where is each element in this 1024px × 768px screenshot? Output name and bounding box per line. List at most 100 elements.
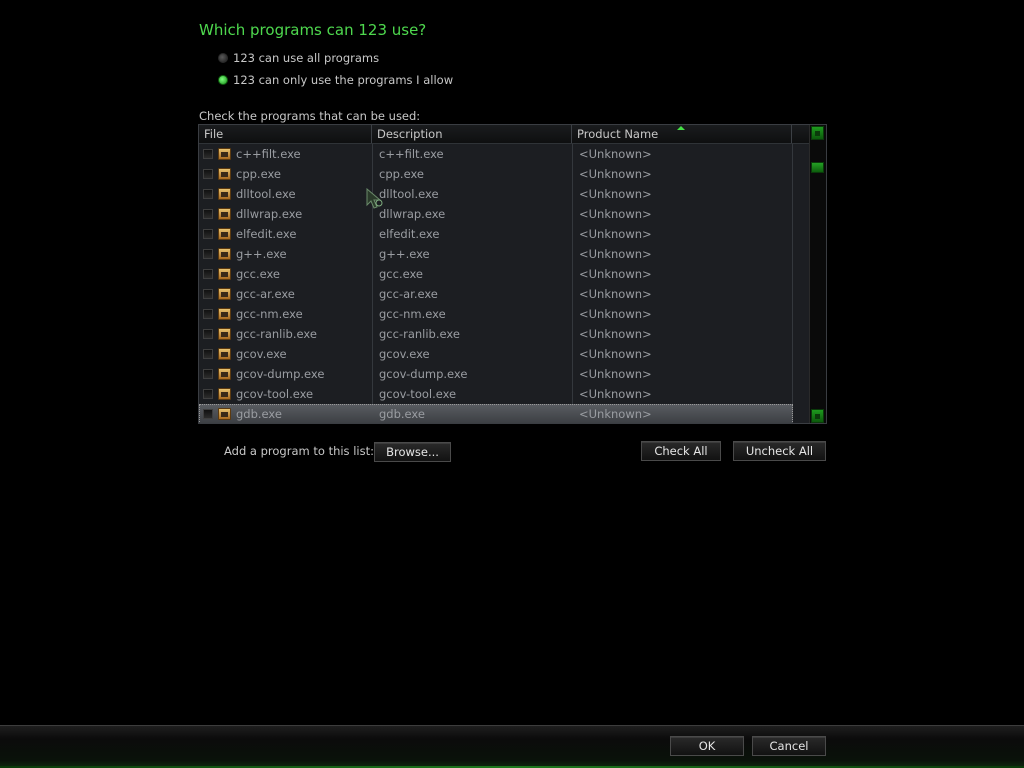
exe-file-icon <box>218 348 231 360</box>
row-checkbox[interactable] <box>203 329 213 339</box>
radio-all-programs-label[interactable]: 123 can use all programs <box>233 51 379 65</box>
table-row[interactable]: gcov.exe gcov.exe <Unknown> <box>199 344 793 364</box>
radio-all-programs-indicator[interactable] <box>218 53 228 63</box>
cell-description: gcc.exe <box>379 267 424 281</box>
cell-file: elfedit.exe <box>199 227 372 241</box>
vertical-scrollbar[interactable] <box>809 125 826 423</box>
radio-allowed-programs-indicator[interactable] <box>218 75 228 85</box>
exe-file-icon <box>218 248 231 260</box>
cell-product-name: <Unknown> <box>579 367 652 381</box>
row-checkbox[interactable] <box>203 269 213 279</box>
column-header-description[interactable]: Description <box>372 125 572 143</box>
exe-file-icon <box>218 388 231 400</box>
table-row[interactable]: dllwrap.exe dllwrap.exe <Unknown> <box>199 204 793 224</box>
browse-button[interactable]: Browse... <box>374 442 451 462</box>
dialog-page: Which programs can 123 use? 123 can use … <box>0 0 1024 768</box>
table-row[interactable]: elfedit.exe elfedit.exe <Unknown> <box>199 224 793 244</box>
file-name: gcc-nm.exe <box>236 307 303 321</box>
file-name: g++.exe <box>236 247 287 261</box>
uncheck-all-button[interactable]: Uncheck All <box>733 441 826 461</box>
table-row[interactable]: dlltool.exe dlltool.exe <Unknown> <box>199 184 793 204</box>
cancel-button[interactable]: Cancel <box>752 736 826 756</box>
scrollbar-thumb[interactable] <box>811 162 824 173</box>
file-name: gcov-tool.exe <box>236 387 314 401</box>
cell-product-name: <Unknown> <box>579 207 652 221</box>
column-description-label: Description <box>377 127 443 141</box>
row-checkbox[interactable] <box>203 149 213 159</box>
exe-file-icon <box>218 208 231 220</box>
file-name: elfedit.exe <box>236 227 297 241</box>
cell-description: gcc-ranlib.exe <box>379 327 460 341</box>
cell-product-name: <Unknown> <box>579 227 652 241</box>
cell-description: c++filt.exe <box>379 147 444 161</box>
exe-file-icon <box>218 228 231 240</box>
row-checkbox[interactable] <box>203 309 213 319</box>
table-row[interactable]: cpp.exe cpp.exe <Unknown> <box>199 164 793 184</box>
ok-button[interactable]: OK <box>670 736 744 756</box>
file-name: c++filt.exe <box>236 147 301 161</box>
row-checkbox[interactable] <box>203 229 213 239</box>
row-checkbox[interactable] <box>203 289 213 299</box>
row-checkbox[interactable] <box>203 369 213 379</box>
table-row[interactable]: gdb.exe gdb.exe <Unknown> <box>199 404 793 423</box>
cell-description: gcov-tool.exe <box>379 387 457 401</box>
table-row[interactable]: c++filt.exe c++filt.exe <Unknown> <box>199 144 793 164</box>
check-all-button[interactable]: Check All <box>641 441 721 461</box>
page-title: Which programs can 123 use? <box>199 21 427 39</box>
cell-product-name: <Unknown> <box>579 387 652 401</box>
column-header-product[interactable]: Product Name <box>572 125 792 143</box>
row-checkbox[interactable] <box>203 389 213 399</box>
cell-file: gcov.exe <box>199 347 372 361</box>
scroll-down-icon[interactable] <box>811 409 824 423</box>
cell-product-name: <Unknown> <box>579 147 652 161</box>
exe-file-icon <box>218 188 231 200</box>
exe-file-icon <box>218 268 231 280</box>
cell-file: gcc-nm.exe <box>199 307 372 321</box>
exe-file-icon <box>218 288 231 300</box>
column-header-file[interactable]: File <box>199 125 372 143</box>
radio-all-programs[interactable]: 123 can use all programs <box>218 51 379 65</box>
cell-description: g++.exe <box>379 247 430 261</box>
table-row[interactable]: gcc-ranlib.exe gcc-ranlib.exe <Unknown> <box>199 324 793 344</box>
cell-description: gdb.exe <box>379 407 425 421</box>
column-product-label: Product Name <box>577 127 659 141</box>
scroll-up-icon[interactable] <box>811 126 824 140</box>
list-body: c++filt.exe c++filt.exe <Unknown> cpp.exe cp… <box>199 144 793 423</box>
cell-file: cpp.exe <box>199 167 372 181</box>
cell-product-name: <Unknown> <box>579 187 652 201</box>
row-checkbox[interactable] <box>203 249 213 259</box>
file-name: dllwrap.exe <box>236 207 303 221</box>
cell-product-name: <Unknown> <box>579 347 652 361</box>
cell-description: dlltool.exe <box>379 187 439 201</box>
cell-file: g++.exe <box>199 247 372 261</box>
table-row[interactable]: gcc-nm.exe gcc-nm.exe <Unknown> <box>199 304 793 324</box>
cell-description: cpp.exe <box>379 167 424 181</box>
table-row[interactable]: gcc.exe gcc.exe <Unknown> <box>199 264 793 284</box>
cell-file: dllwrap.exe <box>199 207 372 221</box>
row-checkbox[interactable] <box>203 409 213 419</box>
radio-allowed-programs[interactable]: 123 can only use the programs I allow <box>218 73 453 87</box>
table-row[interactable]: gcov-dump.exe gcov-dump.exe <Unknown> <box>199 364 793 384</box>
cell-file: gcc-ar.exe <box>199 287 372 301</box>
cell-product-name: <Unknown> <box>579 287 652 301</box>
file-name: gcov.exe <box>236 347 287 361</box>
row-checkbox[interactable] <box>203 189 213 199</box>
exe-file-icon <box>218 368 231 380</box>
file-name: gdb.exe <box>236 407 282 421</box>
footer-bar <box>0 725 1024 768</box>
table-row[interactable]: gcov-tool.exe gcov-tool.exe <Unknown> <box>199 384 793 404</box>
cell-file: gcov-dump.exe <box>199 367 372 381</box>
file-name: gcc-ar.exe <box>236 287 295 301</box>
table-row[interactable]: gcc-ar.exe gcc-ar.exe <Unknown> <box>199 284 793 304</box>
exe-file-icon <box>218 328 231 340</box>
programs-list[interactable]: File Description Product Name c++filt.ex… <box>198 124 827 424</box>
row-checkbox[interactable] <box>203 349 213 359</box>
table-row[interactable]: g++.exe g++.exe <Unknown> <box>199 244 793 264</box>
row-checkbox[interactable] <box>203 209 213 219</box>
radio-allowed-programs-label[interactable]: 123 can only use the programs I allow <box>233 73 453 87</box>
cell-description: gcc-nm.exe <box>379 307 446 321</box>
cell-product-name: <Unknown> <box>579 267 652 281</box>
list-header: File Description Product Name <box>199 125 811 144</box>
row-checkbox[interactable] <box>203 169 213 179</box>
cell-description: elfedit.exe <box>379 227 440 241</box>
